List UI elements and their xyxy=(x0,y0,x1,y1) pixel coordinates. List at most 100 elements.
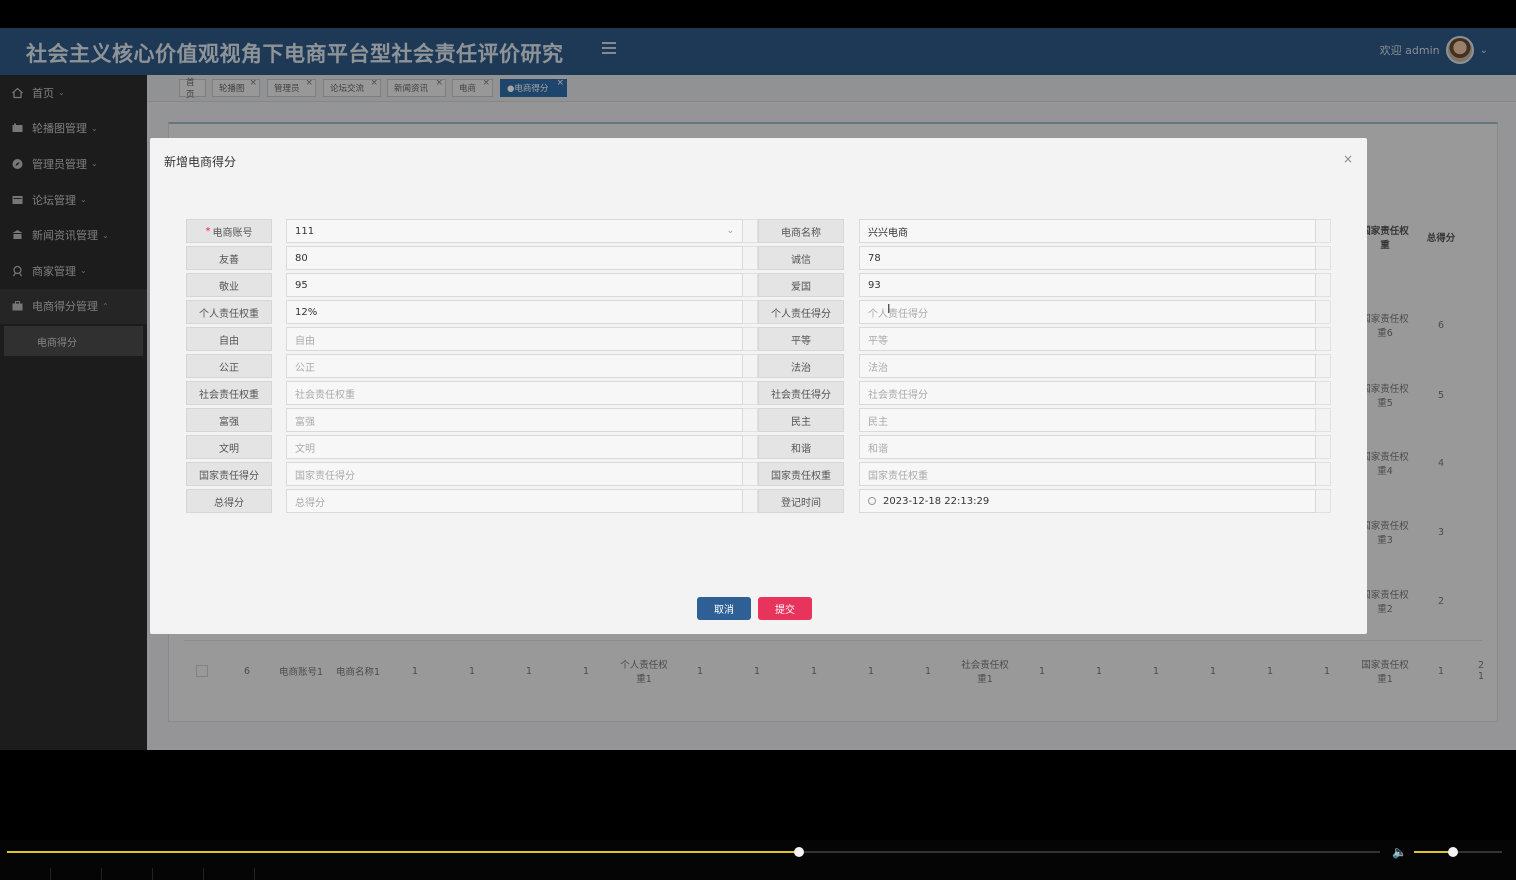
field-label: 社会责任权重 xyxy=(186,381,272,405)
input-placeholder: 文明 xyxy=(295,443,315,455)
input-value: 93 xyxy=(868,279,881,291)
score-input[interactable]: 平等 xyxy=(859,327,1316,351)
field-label-text: 社会责任权重 xyxy=(199,389,259,401)
score-input[interactable]: 社会责任权重 xyxy=(286,381,743,405)
score-input[interactable]: 78 xyxy=(859,246,1316,270)
input-value: 95 xyxy=(295,279,308,291)
input-placeholder: 法治 xyxy=(868,362,888,374)
score-input[interactable]: 93 xyxy=(859,273,1316,297)
score-input[interactable]: 富强 xyxy=(286,408,743,432)
score-input[interactable]: 个人责任得分 xyxy=(859,300,1316,324)
field-label: 敬业 xyxy=(186,273,272,297)
field-label: 个人责任得分 xyxy=(758,300,844,324)
field-label-text: 民主 xyxy=(791,416,811,428)
field-label-text: 和谐 xyxy=(791,443,811,455)
score-input[interactable]: 法治 xyxy=(859,354,1316,378)
field-label: * 电商账号 xyxy=(186,219,272,243)
score-input[interactable]: 95 xyxy=(286,273,743,297)
input-placeholder: 国家责任得分 xyxy=(295,470,355,482)
field-gutter xyxy=(743,300,758,324)
score-input[interactable]: 公正 xyxy=(286,354,743,378)
player-bottom-strip xyxy=(0,868,1516,880)
required-marker: * xyxy=(205,225,211,237)
score-input[interactable]: 民主 xyxy=(859,408,1316,432)
seek-progress xyxy=(7,851,800,853)
score-input[interactable]: 总得分 xyxy=(286,489,743,513)
add-score-dialog: 新增电商得分 × 取消 提交 * 电商账号 111 ⌄ 友善 80 敬业 95 个人责任权重 12… xyxy=(150,138,1367,634)
date-picker[interactable]: 2023-12-18 22:13:29 xyxy=(859,489,1316,513)
seek-handle[interactable] xyxy=(794,847,805,857)
field-label: 公正 xyxy=(186,354,272,378)
field-gutter xyxy=(743,327,758,351)
score-input[interactable]: 国家责任权重 xyxy=(859,462,1316,486)
field-gutter xyxy=(1316,327,1331,351)
submit-button[interactable]: 提交 xyxy=(758,597,812,620)
score-input[interactable]: 社会责任得分 xyxy=(859,381,1316,405)
score-input[interactable]: 和谐 xyxy=(859,435,1316,459)
field-gutter xyxy=(743,219,758,243)
score-input[interactable]: 80 xyxy=(286,246,743,270)
field-label: 友善 xyxy=(186,246,272,270)
field-gutter xyxy=(1316,273,1331,297)
field-label-text: 自由 xyxy=(219,335,239,347)
account-select[interactable]: 111 ⌄ xyxy=(286,219,743,243)
input-placeholder: 平等 xyxy=(868,335,888,347)
name-field[interactable]: 兴兴电商 xyxy=(859,219,1316,243)
input-value: 80 xyxy=(295,252,308,264)
field-label: 民主 xyxy=(758,408,844,432)
field-label: 平等 xyxy=(758,327,844,351)
input-value: 兴兴电商 xyxy=(868,227,908,239)
field-label: 爱国 xyxy=(758,273,844,297)
field-gutter xyxy=(743,408,758,432)
field-gutter xyxy=(743,435,758,459)
input-placeholder: 民主 xyxy=(868,416,888,428)
field-label-text: 文明 xyxy=(219,443,239,455)
field-label-text: 登记时间 xyxy=(781,497,821,509)
field-label: 社会责任得分 xyxy=(758,381,844,405)
field-label: 法治 xyxy=(758,354,844,378)
field-label: 文明 xyxy=(186,435,272,459)
field-label-text: 总得分 xyxy=(214,497,244,509)
field-gutter xyxy=(743,246,758,270)
field-gutter xyxy=(1316,354,1331,378)
field-label-text: 法治 xyxy=(791,362,811,374)
field-gutter xyxy=(743,273,758,297)
close-icon[interactable]: × xyxy=(1343,152,1353,166)
field-label: 富强 xyxy=(186,408,272,432)
dialog-title: 新增电商得分 xyxy=(164,155,237,169)
field-gutter xyxy=(743,462,758,486)
field-label-text: 国家责任得分 xyxy=(199,470,259,482)
field-label-text: 诚信 xyxy=(791,254,811,266)
field-gutter xyxy=(1316,462,1331,486)
input-placeholder: 总得分 xyxy=(295,497,325,509)
input-placeholder: 和谐 xyxy=(868,443,888,455)
score-input[interactable]: 12% xyxy=(286,300,743,324)
score-input[interactable]: 文明 xyxy=(286,435,743,459)
field-label-text: 平等 xyxy=(791,335,811,347)
field-label: 诚信 xyxy=(758,246,844,270)
text-cursor-icon: I xyxy=(887,302,891,316)
volume-handle[interactable] xyxy=(1447,847,1458,857)
input-placeholder: 自由 xyxy=(295,335,315,347)
field-label-text: 社会责任得分 xyxy=(771,389,831,401)
field-label-text: 敬业 xyxy=(219,281,239,293)
score-input[interactable]: 自由 xyxy=(286,327,743,351)
input-placeholder: 个人责任得分 xyxy=(868,308,928,320)
field-gutter xyxy=(743,381,758,405)
input-placeholder: 社会责任权重 xyxy=(295,389,355,401)
field-label: 总得分 xyxy=(186,489,272,513)
field-gutter xyxy=(1316,300,1331,324)
field-gutter xyxy=(743,489,758,513)
volume-icon[interactable]: 🔈 xyxy=(1392,845,1408,859)
field-label-text: 个人责任权重 xyxy=(199,308,259,320)
input-placeholder: 公正 xyxy=(295,362,315,374)
cancel-button[interactable]: 取消 xyxy=(697,597,751,620)
chevron-down-icon[interactable]: ⌄ xyxy=(726,226,734,236)
field-gutter xyxy=(1316,489,1331,513)
input-value: 12% xyxy=(295,306,318,318)
field-label: 国家责任权重 xyxy=(758,462,844,486)
field-gutter xyxy=(1316,408,1331,432)
field-label: 国家责任得分 xyxy=(186,462,272,486)
score-input[interactable]: 国家责任得分 xyxy=(286,462,743,486)
input-placeholder: 国家责任权重 xyxy=(868,470,928,482)
